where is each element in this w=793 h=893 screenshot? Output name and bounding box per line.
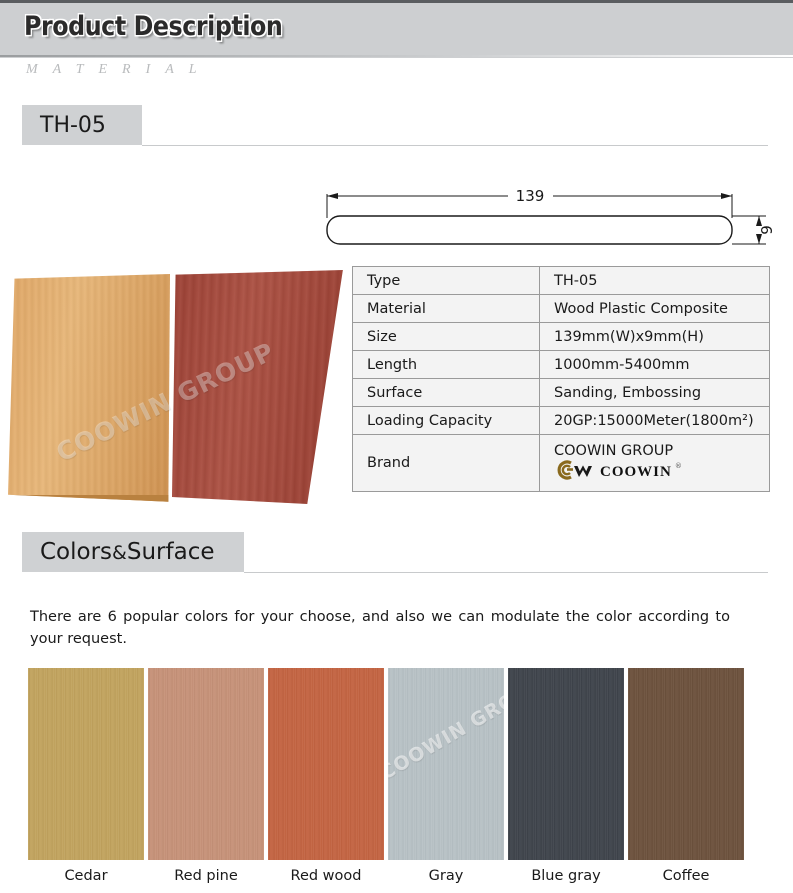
colors-description: There are 6 popular colors for your choo… — [30, 609, 730, 647]
swatch-grain-texture — [628, 668, 744, 860]
table-row-brand: Brand COOWIN GROUP COOWIN ® — [352, 434, 770, 492]
product-board-tan — [8, 274, 170, 502]
section-badge-model: TH-05 — [22, 105, 142, 145]
coowin-logo-wordmark: COOWIN — [600, 463, 672, 480]
color-swatch-item[interactable]: Coffee — [628, 668, 744, 884]
color-swatch-item[interactable]: Blue gray — [508, 668, 624, 884]
table-row: Type TH-05 — [352, 266, 770, 295]
spec-value: 20GP:15000Meter(1800m²) — [539, 406, 770, 435]
spec-value: Wood Plastic Composite — [539, 294, 770, 323]
spec-key: Type — [352, 266, 540, 295]
spec-value: TH-05 — [539, 266, 770, 295]
spec-key: Loading Capacity — [352, 406, 540, 435]
color-swatch-item[interactable]: Cedar — [28, 668, 144, 884]
section-rule-colors — [244, 572, 768, 573]
section-badge-model-label: TH-05 — [40, 112, 106, 138]
spec-key: Length — [352, 350, 540, 379]
product-board-red — [172, 270, 343, 504]
table-row: Loading Capacity 20GP:15000Meter(1800m²) — [352, 406, 770, 435]
swatch-grain-texture — [508, 668, 624, 860]
registered-trademark-icon: ® — [674, 462, 682, 470]
header-divider — [0, 55, 793, 57]
spec-value: 1000mm-5400mm — [539, 350, 770, 379]
color-swatch-chip[interactable]: COOWIN GROUP — [388, 668, 504, 860]
brand-company-name: COOWIN GROUP — [554, 443, 674, 459]
table-row: Length 1000mm-5400mm — [352, 350, 770, 379]
table-row: Material Wood Plastic Composite — [352, 294, 770, 323]
spec-key: Surface — [352, 378, 540, 407]
color-swatch-chip[interactable] — [508, 668, 624, 860]
swatch-grain-texture — [388, 668, 504, 860]
material-subtitle: MATERIAL — [26, 62, 212, 77]
color-swatch-label: Gray — [428, 868, 464, 884]
color-swatch-chip[interactable] — [628, 668, 744, 860]
brand-cell: COOWIN GROUP COOWIN ® — [539, 434, 770, 492]
color-swatch-item[interactable]: Red pine — [148, 668, 264, 884]
page-title: Product Description — [24, 11, 283, 42]
table-row: Size 139mm(W)x9mm(H) — [352, 322, 770, 351]
section-rule-model — [142, 145, 768, 146]
coowin-logo-mark-icon — [554, 459, 598, 485]
product-photo: COOWIN GROUP — [0, 262, 348, 508]
color-swatch-label: Cedar — [64, 868, 108, 884]
spec-key: Brand — [352, 434, 540, 492]
color-swatch-label: Red pine — [174, 868, 238, 884]
dimension-width-label: 139 — [516, 187, 545, 205]
color-swatch-chip[interactable] — [268, 668, 384, 860]
dimension-height-label: 9 — [758, 225, 776, 235]
colors-label-main: Colors — [40, 539, 113, 565]
spec-key: Material — [352, 294, 540, 323]
section-badge-colors: Colors&Surface — [22, 532, 244, 572]
colors-label-tail: Surface — [126, 539, 215, 565]
color-swatch-item[interactable]: Red wood — [268, 668, 384, 884]
section-badge-colors-label: Colors&Surface — [40, 539, 215, 565]
color-swatch-item[interactable]: COOWIN GROUP Gray — [388, 668, 504, 884]
swatch-grain-texture — [28, 668, 144, 860]
color-swatch-chip[interactable] — [148, 668, 264, 860]
swatch-grain-texture — [268, 668, 384, 860]
color-swatch-label: Blue gray — [531, 868, 601, 884]
coowin-logo: COOWIN ® — [554, 459, 769, 485]
spec-key: Size — [352, 322, 540, 351]
table-row: Surface Sanding, Embossing — [352, 378, 770, 407]
color-swatch-label: Coffee — [662, 868, 710, 884]
specification-table: Type TH-05 Material Wood Plastic Composite S… — [352, 266, 770, 492]
profile-technical-drawing: 139 9 — [318, 176, 778, 254]
colors-label-ampersand: & — [112, 542, 127, 564]
swatch-grain-texture — [148, 668, 264, 860]
color-swatch-chip[interactable] — [28, 668, 144, 860]
spec-value: 139mm(W)x9mm(H) — [539, 322, 770, 351]
color-swatch-row: Cedar Red pine Red wood COOWIN GROUP Gray Blu… — [28, 668, 748, 884]
page-header-bar: Product Description — [0, 0, 793, 58]
color-swatch-label: Red wood — [290, 868, 362, 884]
spec-value: Sanding, Embossing — [539, 378, 770, 407]
